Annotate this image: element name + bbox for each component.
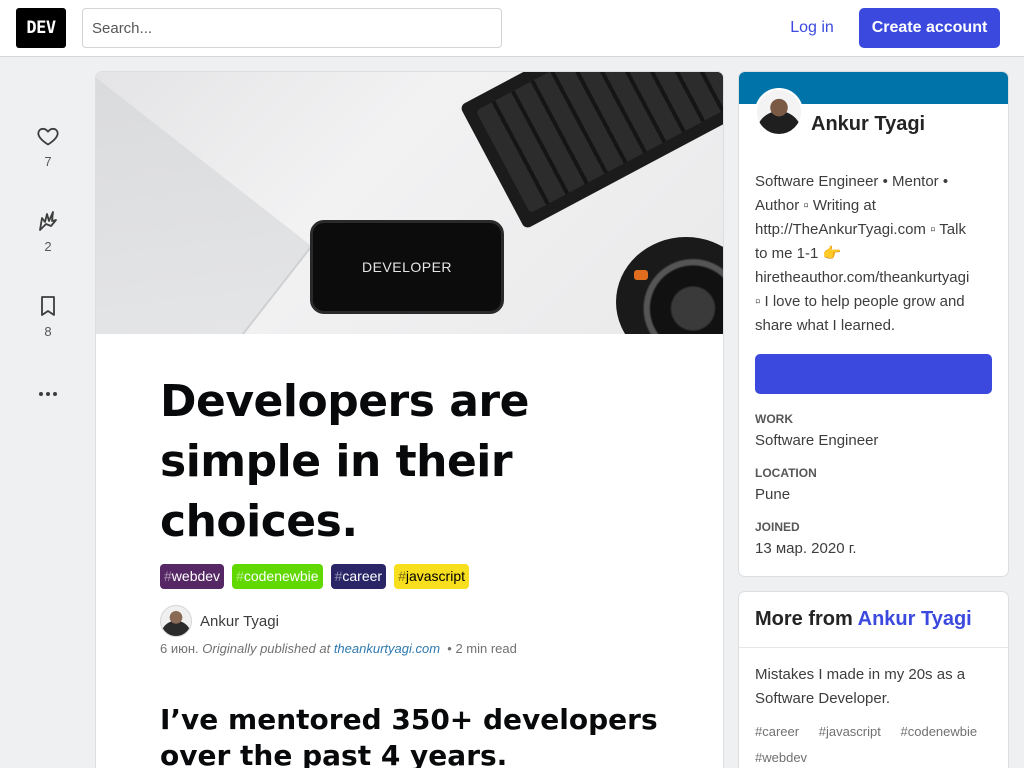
article-subheading: I’ve mentored 350+ developers over the p… bbox=[160, 703, 658, 768]
cover-image: DEVELOPER bbox=[96, 72, 723, 334]
joined-label: JOINED bbox=[755, 520, 800, 534]
create-account-button[interactable]: Create account bbox=[859, 8, 1000, 48]
originally-published-label: Originally published at bbox=[202, 641, 331, 656]
publish-date: 6 июн. bbox=[160, 641, 199, 656]
more-from-heading: More from Ankur Tyagi bbox=[739, 592, 1008, 648]
read-time: 2 min read bbox=[455, 641, 517, 656]
heart-count: 7 bbox=[44, 154, 52, 169]
unicorn-count: 2 bbox=[44, 239, 52, 254]
dev-logo[interactable]: DEV bbox=[16, 8, 66, 48]
ellipsis-icon bbox=[39, 392, 57, 396]
location-value: Pune bbox=[755, 486, 791, 503]
laptop-shape bbox=[96, 72, 313, 334]
tag-codenewbie[interactable]: #codenewbie bbox=[232, 564, 323, 589]
article-tags: #webdev #codenewbie #career #javascript bbox=[160, 564, 470, 589]
more-from-article-link[interactable]: Mistakes I made in my 20s as a Software … bbox=[755, 663, 995, 711]
unicorn-reaction-button[interactable]: 2 bbox=[28, 209, 68, 254]
bookmark-icon bbox=[41, 296, 55, 316]
tag-javascript[interactable]: #javascript bbox=[394, 564, 470, 589]
article-meta: 6 июн. Originally published at theankurt… bbox=[160, 641, 517, 656]
heart-reaction-button[interactable]: 7 bbox=[28, 124, 68, 169]
phone-shape: DEVELOPER bbox=[310, 220, 504, 314]
joined-value: 13 мар. 2020 г. bbox=[755, 540, 857, 557]
work-label: WORK bbox=[755, 412, 793, 426]
bookmark-reaction-button[interactable]: 8 bbox=[28, 294, 68, 339]
author-avatar[interactable] bbox=[160, 605, 192, 637]
more-from-card: More from Ankur Tyagi Mistakes I made in… bbox=[739, 592, 1008, 768]
original-site-link[interactable]: theankurtyagi.com bbox=[334, 641, 440, 656]
work-value: Software Engineer bbox=[755, 432, 879, 449]
profile-name[interactable]: Ankur Tyagi bbox=[811, 113, 925, 136]
tag-webdev[interactable]: #webdev bbox=[160, 564, 225, 589]
phone-screen-text: DEVELOPER bbox=[361, 259, 453, 275]
more-from-author-link[interactable]: Ankur Tyagi bbox=[858, 608, 972, 630]
keyboard-shape bbox=[459, 72, 723, 230]
author-name[interactable]: Ankur Tyagi bbox=[200, 613, 279, 630]
author-profile-card: Ankur Tyagi Software Engineer • Mentor •… bbox=[739, 72, 1008, 576]
heart-icon bbox=[37, 127, 59, 146]
unicorn-icon bbox=[39, 211, 57, 231]
location-label: LOCATION bbox=[755, 466, 817, 480]
headphone-accent bbox=[634, 270, 648, 280]
article-title: Developers are simple in their choices. bbox=[160, 376, 529, 547]
article-card: DEVELOPER Developers are simple in their… bbox=[96, 72, 723, 768]
profile-bio: Software Engineer • Mentor • Author ▫ Wr… bbox=[755, 173, 970, 334]
more-tag-javascript[interactable]: #javascript bbox=[819, 724, 889, 739]
more-tag-webdev[interactable]: #webdev bbox=[755, 750, 815, 765]
more-options-button[interactable] bbox=[28, 382, 68, 406]
login-link[interactable]: Log in bbox=[776, 8, 848, 48]
tag-career[interactable]: #career bbox=[330, 564, 387, 589]
more-from-tags: #career #javascript #codenewbie #webdev bbox=[755, 719, 995, 768]
more-tag-career[interactable]: #career bbox=[755, 724, 807, 739]
more-tag-codenewbie[interactable]: #codenewbie bbox=[901, 724, 986, 739]
search-input[interactable] bbox=[82, 8, 502, 48]
follow-button[interactable] bbox=[755, 354, 992, 394]
profile-avatar[interactable] bbox=[755, 88, 803, 136]
article-author-row: Ankur Tyagi bbox=[160, 605, 279, 637]
bookmark-count: 8 bbox=[44, 324, 52, 339]
headphone-shape bbox=[616, 237, 723, 334]
top-header: DEV Log in Create account bbox=[0, 0, 1024, 57]
